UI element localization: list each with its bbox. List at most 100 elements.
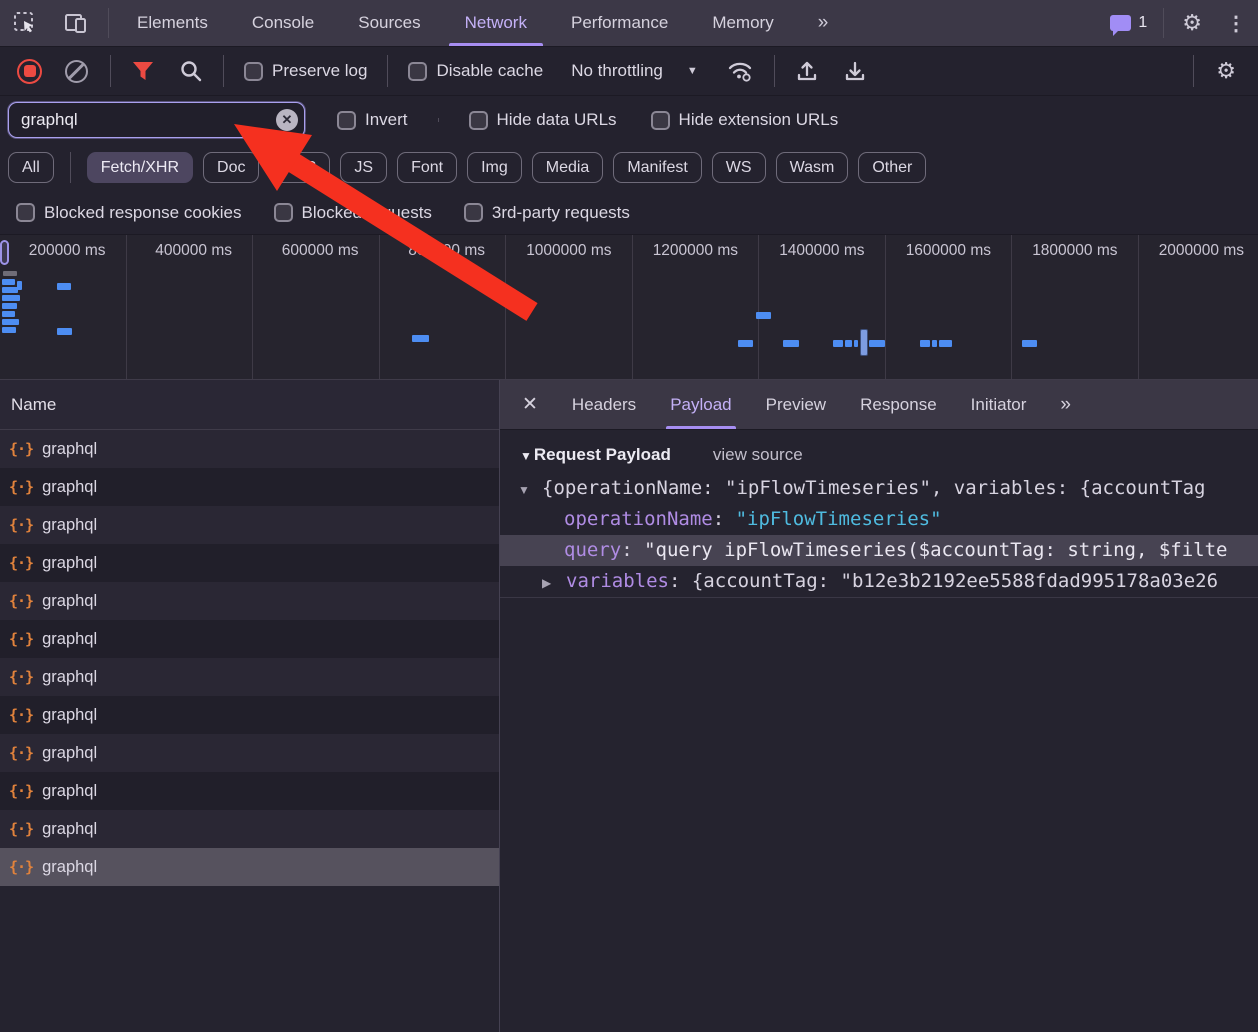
export-har-button[interactable] <box>833 59 877 83</box>
name-column-header[interactable]: Name <box>0 380 499 430</box>
clear-network-log-button[interactable] <box>65 60 88 83</box>
invert-checkbox[interactable]: Invert <box>327 110 418 130</box>
overview-request-bar[interactable] <box>17 281 22 290</box>
collapse-triangle-icon[interactable]: ▼ <box>520 449 532 463</box>
overview-request-bar[interactable] <box>2 327 16 333</box>
blocked-requests-checkbox[interactable]: Blocked requests <box>264 203 442 223</box>
overview-request-bar[interactable] <box>939 340 952 347</box>
payload-line[interactable]: ▶variables: {accountTag: "b12e3b2192ee55… <box>500 566 1258 597</box>
invert-checkbox-box[interactable] <box>337 111 356 130</box>
overview-request-bar[interactable] <box>845 340 852 347</box>
overview-request-bar[interactable] <box>2 295 20 301</box>
overview-request-bar[interactable] <box>412 335 429 342</box>
overview-request-bar[interactable] <box>2 311 15 317</box>
payload-line[interactable]: ▼{operationName: "ipFlowTimeseries", var… <box>500 473 1258 504</box>
overview-request-bar[interactable] <box>1022 340 1037 347</box>
filter-chip-css[interactable]: CSS <box>269 152 330 183</box>
device-toolbar-icon[interactable] <box>50 0 102 46</box>
preserve-log-checkbox[interactable]: Preserve log <box>234 61 377 81</box>
filter-input[interactable] <box>8 102 305 138</box>
search-button[interactable] <box>169 59 213 83</box>
overview-request-bar[interactable] <box>2 287 18 293</box>
collapsed-triangle-icon[interactable]: ▶ <box>542 568 566 597</box>
main-menu-button[interactable]: ⋮ <box>1214 0 1258 46</box>
more-details-tabs-button[interactable]: » <box>1046 380 1087 429</box>
close-details-button[interactable]: ✕ <box>508 380 552 429</box>
overview-request-bar[interactable] <box>57 328 72 335</box>
hide-extension-urls-checkbox[interactable]: Hide extension URLs <box>641 110 849 130</box>
overview-request-bar[interactable] <box>57 283 71 290</box>
network-settings-button[interactable]: ⚙ <box>1204 58 1248 84</box>
tab-memory[interactable]: Memory <box>690 0 795 46</box>
request-row[interactable]: {·}graphql <box>0 430 499 468</box>
request-row[interactable]: {·}graphql <box>0 582 499 620</box>
network-conditions-button[interactable] <box>716 59 764 83</box>
overview-request-bar[interactable] <box>2 303 17 309</box>
expanded-triangle-icon[interactable]: ▼ <box>518 475 542 504</box>
view-source-link[interactable]: view source <box>713 445 803 465</box>
request-row[interactable]: {·}graphql <box>0 848 499 886</box>
overview-request-bar[interactable] <box>932 340 937 347</box>
record-network-log-button[interactable] <box>17 59 42 84</box>
filter-chip-media[interactable]: Media <box>532 152 604 183</box>
request-row[interactable]: {·}graphql <box>0 658 499 696</box>
filter-chip-fetch-xhr[interactable]: Fetch/XHR <box>87 152 193 183</box>
inspect-element-icon[interactable] <box>0 0 50 46</box>
filter-toggle-button[interactable] <box>121 60 165 82</box>
request-row[interactable]: {·}graphql <box>0 772 499 810</box>
blocked-requests-checkbox-box[interactable] <box>274 203 293 222</box>
more-panels-button[interactable]: » <box>796 0 853 46</box>
request-row[interactable]: {·}graphql <box>0 696 499 734</box>
request-row[interactable]: {·}graphql <box>0 810 499 848</box>
hide-data-urls-checkbox-box[interactable] <box>469 111 488 130</box>
details-tab-initiator[interactable]: Initiator <box>957 380 1041 429</box>
3rd-party-requests-checkbox-box[interactable] <box>464 203 483 222</box>
details-tab-response[interactable]: Response <box>846 380 951 429</box>
overview-slider-handle[interactable] <box>0 240 9 265</box>
hide-extension-urls-checkbox-box[interactable] <box>651 111 670 130</box>
issues-button[interactable]: 1 <box>1100 0 1157 46</box>
tab-performance[interactable]: Performance <box>549 0 690 46</box>
request-row[interactable]: {·}graphql <box>0 620 499 658</box>
blocked-response-cookies-checkbox[interactable]: Blocked response cookies <box>6 203 252 223</box>
details-tab-preview[interactable]: Preview <box>752 380 840 429</box>
tab-sources[interactable]: Sources <box>336 0 442 46</box>
throttling-select[interactable]: No throttling ▼ <box>557 61 712 81</box>
overview-request-bar[interactable] <box>2 279 15 285</box>
checkbox-box[interactable] <box>408 62 427 81</box>
overview-request-bar[interactable] <box>833 340 843 347</box>
overview-request-bar[interactable] <box>756 312 771 319</box>
tab-network[interactable]: Network <box>443 0 549 46</box>
checkbox-box[interactable] <box>244 62 263 81</box>
payload-line[interactable]: query: "query ipFlowTimeseries($accountT… <box>500 535 1258 566</box>
network-overview[interactable]: 200000 ms400000 ms600000 ms800000 ms1000… <box>0 235 1258 380</box>
filter-chip-ws[interactable]: WS <box>712 152 766 183</box>
overview-request-bar[interactable] <box>738 340 753 347</box>
request-row[interactable]: {·}graphql <box>0 506 499 544</box>
import-har-button[interactable] <box>785 59 829 83</box>
overview-request-bar[interactable] <box>2 319 19 325</box>
settings-button[interactable]: ⚙ <box>1170 0 1214 46</box>
request-row[interactable]: {·}graphql <box>0 734 499 772</box>
filter-chip-other[interactable]: Other <box>858 152 926 183</box>
payload-line[interactable]: operationName: "ipFlowTimeseries" <box>500 504 1258 535</box>
overview-request-bar[interactable] <box>869 340 885 347</box>
filter-chip-manifest[interactable]: Manifest <box>613 152 701 183</box>
details-tab-payload[interactable]: Payload <box>656 380 745 429</box>
filter-chip-img[interactable]: Img <box>467 152 522 183</box>
details-tab-headers[interactable]: Headers <box>558 380 650 429</box>
overview-request-bar[interactable] <box>854 340 858 347</box>
tab-elements[interactable]: Elements <box>115 0 230 46</box>
3rd-party-requests-checkbox[interactable]: 3rd-party requests <box>454 203 640 223</box>
disable-cache-checkbox[interactable]: Disable cache <box>398 61 553 81</box>
clear-filter-button[interactable]: ✕ <box>276 109 298 131</box>
overview-selected-marker[interactable] <box>860 329 868 356</box>
overview-request-bar[interactable] <box>920 340 930 347</box>
overview-request-bar[interactable] <box>783 340 799 347</box>
request-row[interactable]: {·}graphql <box>0 468 499 506</box>
tab-console[interactable]: Console <box>230 0 336 46</box>
hide-data-urls-checkbox[interactable]: Hide data URLs <box>459 110 627 130</box>
filter-chip-doc[interactable]: Doc <box>203 152 259 183</box>
filter-chip-font[interactable]: Font <box>397 152 457 183</box>
filter-chip-all[interactable]: All <box>8 152 54 183</box>
